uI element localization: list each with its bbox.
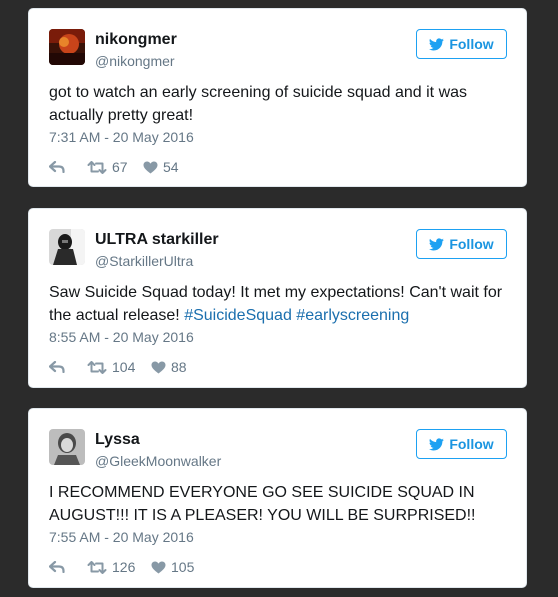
retweet-button[interactable]: 126 [87, 559, 151, 575]
like-count: 54 [163, 159, 179, 175]
twitter-bird-icon [429, 37, 445, 50]
heart-icon [151, 361, 166, 373]
tweet-text: I RECOMMEND EVERYONE GO SEE SUICIDE SQUA… [49, 484, 476, 524]
twitter-bird-icon [429, 437, 445, 450]
reply-button[interactable] [49, 361, 87, 373]
follow-button[interactable]: Follow [416, 229, 507, 259]
follow-label: Follow [449, 236, 494, 252]
timestamp[interactable]: 8:55 AM - 20 May 2016 [49, 329, 194, 345]
retweet-button[interactable]: 104 [87, 359, 151, 375]
follow-button[interactable]: Follow [416, 429, 507, 459]
retweet-count: 126 [112, 559, 136, 575]
avatar[interactable] [49, 29, 85, 65]
reply-button[interactable] [49, 161, 87, 173]
user-handle[interactable]: @nikongmer [95, 53, 175, 69]
retweet-count: 67 [112, 159, 128, 175]
user-handle[interactable]: @StarkillerUltra [95, 253, 193, 269]
retweet-button[interactable]: 67 [87, 159, 143, 175]
heart-icon [143, 161, 158, 173]
reply-button[interactable] [49, 561, 87, 573]
retweet-icon [87, 160, 107, 174]
retweet-icon [87, 360, 107, 374]
like-count: 88 [171, 359, 187, 375]
heart-icon [151, 561, 166, 573]
twitter-bird-icon [429, 237, 445, 250]
follow-button[interactable]: Follow [416, 29, 507, 59]
tweet-actions: 126 105 [49, 559, 194, 575]
reply-icon [49, 361, 65, 373]
retweet-count: 104 [112, 359, 136, 375]
display-name[interactable]: ULTRA starkiller [95, 231, 219, 249]
tweet-card: ULTRA starkiller @StarkillerUltra Follow… [28, 208, 527, 388]
tweet-actions: 67 54 [49, 159, 179, 175]
display-name[interactable]: Lyssa [95, 431, 140, 449]
retweet-icon [87, 560, 107, 574]
user-handle[interactable]: @GleekMoonwalker [95, 453, 221, 469]
tweet-card: Lyssa @GleekMoonwalker Follow I RECOMMEN… [28, 408, 527, 588]
follow-label: Follow [449, 436, 494, 452]
hashtag-link[interactable]: #SuicideSquad #earlyscreening [184, 307, 409, 324]
like-button[interactable]: 88 [151, 359, 187, 375]
timestamp[interactable]: 7:55 AM - 20 May 2016 [49, 529, 194, 545]
follow-label: Follow [449, 36, 494, 52]
avatar[interactable] [49, 229, 85, 265]
tweet-text: Saw Suicide Squad today! It met my expec… [49, 284, 503, 324]
tweet-card: nikongmer @nikongmer Follow got to watch… [28, 8, 527, 187]
avatar[interactable] [49, 429, 85, 465]
like-count: 105 [171, 559, 195, 575]
like-button[interactable]: 105 [151, 559, 194, 575]
tweet-text: got to watch an early screening of suici… [49, 84, 468, 124]
tweet-actions: 104 88 [49, 359, 187, 375]
like-button[interactable]: 54 [143, 159, 179, 175]
display-name[interactable]: nikongmer [95, 31, 177, 49]
timestamp[interactable]: 7:31 AM - 20 May 2016 [49, 129, 194, 145]
reply-icon [49, 161, 65, 173]
reply-icon [49, 561, 65, 573]
